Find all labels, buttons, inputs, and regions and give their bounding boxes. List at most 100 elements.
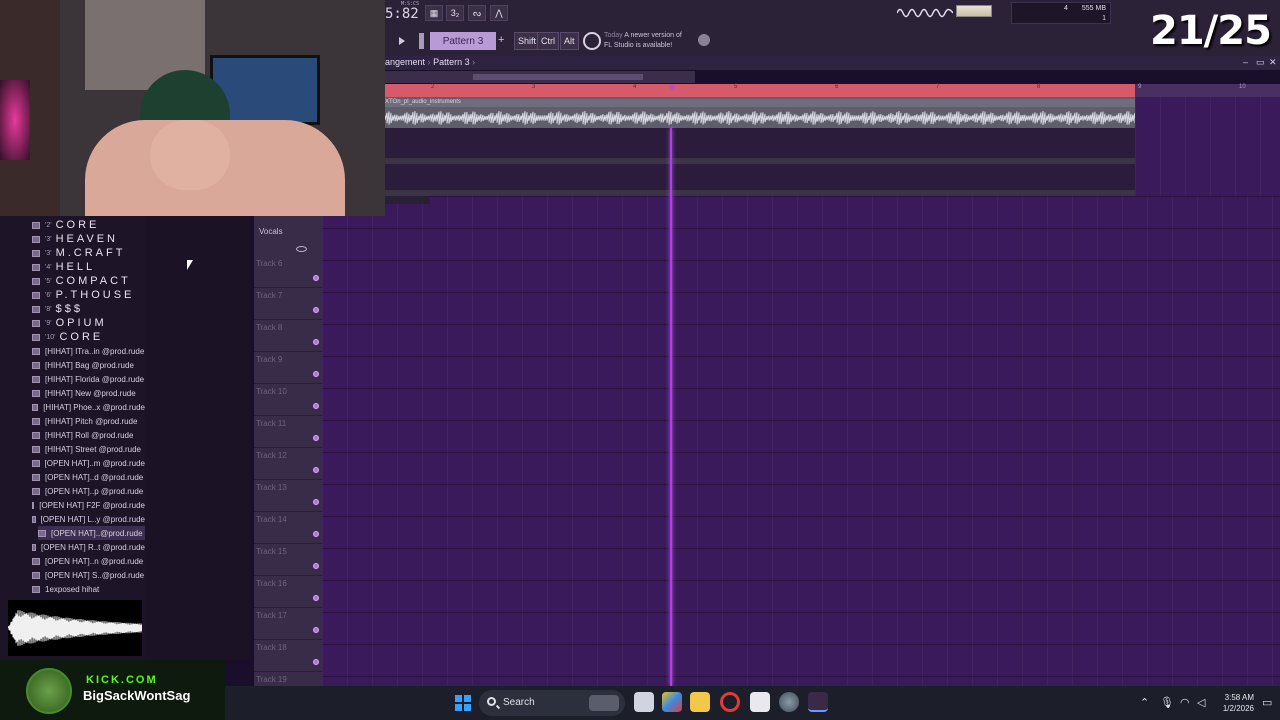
track-mute-icon[interactable]: [313, 563, 319, 569]
volume-icon[interactable]: ◁: [1197, 696, 1205, 709]
horizontal-scrollbar[interactable]: [385, 71, 695, 83]
browser-item[interactable]: [OPEN HAT] F2F @prod.rude: [32, 498, 145, 512]
browser-item[interactable]: '3' M.CRAFT: [32, 246, 145, 260]
task-view-icon[interactable]: [634, 692, 654, 712]
windows-start-icon[interactable]: [455, 695, 471, 711]
song-time[interactable]: M:S:CS 5:82: [385, 1, 419, 22]
kick-username: BigSackWontSag: [83, 688, 191, 703]
track-label: Track 7: [256, 291, 283, 300]
track-mute-icon[interactable]: [313, 499, 319, 505]
browser-item[interactable]: [HIHAT] ITra..in @prod.rude: [32, 344, 145, 358]
news-settings-icon[interactable]: [698, 34, 710, 46]
track-mute-icon[interactable]: [313, 275, 319, 281]
track-mute-icon[interactable]: [313, 339, 319, 345]
tray-overflow-icon[interactable]: ⌃: [1140, 696, 1149, 709]
timeline-ruler-end[interactable]: 9 10: [1135, 84, 1280, 97]
playlist-grid-top[interactable]: [1135, 97, 1280, 196]
browser-item[interactable]: '4' HELL: [32, 260, 145, 274]
system-clock[interactable]: 3:58 AM 1/2/2026: [1210, 692, 1254, 714]
track-mute-icon[interactable]: [313, 371, 319, 377]
track-header[interactable]: Track 13: [254, 480, 322, 512]
track-mute-icon[interactable]: [313, 307, 319, 313]
browser-item[interactable]: [OPEN HAT] S..@prod.rude: [32, 568, 145, 582]
breadcrumb-arrangement[interactable]: angement: [385, 57, 425, 67]
browser-item[interactable]: [OPEN HAT]..m @prod.rude: [32, 456, 145, 470]
browser-item[interactable]: [OPEN HAT] L..y @prod.rude: [32, 512, 145, 526]
breadcrumb-pattern[interactable]: Pattern 3: [433, 57, 470, 67]
browser-item[interactable]: [OPEN HAT]..p @prod.rude: [32, 484, 145, 498]
eye-icon[interactable]: [296, 246, 307, 252]
timeline-ruler[interactable]: 2 3 4 5 6 7 8: [385, 84, 1135, 97]
step-edit-icon[interactable]: 3₂: [446, 5, 464, 21]
track-header[interactable]: Track 7: [254, 288, 322, 320]
browser-item[interactable]: [HIHAT] Phoe..x @prod.rude: [32, 400, 145, 414]
track-mute-icon[interactable]: [313, 595, 319, 601]
track-header[interactable]: Track 15: [254, 544, 322, 576]
track-header[interactable]: Track 9: [254, 352, 322, 384]
track-header[interactable]: Track 11: [254, 416, 322, 448]
track-header[interactable]: Track 18: [254, 640, 322, 672]
browser-item[interactable]: 1exposed hihat: [32, 582, 145, 596]
browser-item[interactable]: [OPEN HAT]..d @prod.rude: [32, 470, 145, 484]
audio-clip[interactable]: XTOn_pl_audio_instruments: [385, 97, 1135, 128]
browser-item[interactable]: '6' P.THOUSE: [32, 288, 145, 302]
browser-item[interactable]: '9' OPIUM: [32, 316, 145, 330]
copilot-icon[interactable]: [662, 692, 682, 712]
track-mute-icon[interactable]: [313, 627, 319, 633]
minimize-icon[interactable]: –: [1243, 57, 1248, 67]
file-explorer-icon[interactable]: [690, 692, 710, 712]
track-header[interactable]: Track 6: [254, 256, 322, 288]
track-mute-icon[interactable]: [313, 403, 319, 409]
track-header[interactable]: Track 10: [254, 384, 322, 416]
browser-item[interactable]: [HIHAT] Roll @prod.rude: [32, 428, 145, 442]
pattern-selector[interactable]: Pattern 3: [430, 32, 496, 50]
microphone-icon[interactable]: 🎙: [1160, 696, 1174, 709]
master-volume-meter[interactable]: [956, 5, 992, 17]
play-icon[interactable]: [399, 37, 405, 45]
browser-item[interactable]: [HIHAT] Street @prod.rude: [32, 442, 145, 456]
track-mute-icon[interactable]: [313, 467, 319, 473]
news-panel[interactable]: Today A newer version of FL Studio is av…: [604, 31, 699, 51]
track-mute-icon[interactable]: [313, 435, 319, 441]
typing-keyboard-icon[interactable]: ▦: [425, 5, 443, 21]
track-vocals-label[interactable]: Vocals: [259, 227, 283, 236]
close-icon[interactable]: ✕: [1269, 57, 1277, 68]
playhead-marker-icon[interactable]: [668, 85, 676, 91]
browser-item[interactable]: [HIHAT] Bag @prod.rude: [32, 358, 145, 372]
obs-icon[interactable]: [779, 692, 799, 712]
track-mute-icon[interactable]: [313, 531, 319, 537]
recording-icon[interactable]: ᔓ: [468, 5, 486, 21]
wifi-icon[interactable]: ◠: [1180, 696, 1190, 709]
track-header[interactable]: Track 14: [254, 512, 322, 544]
fl-studio-icon[interactable]: [808, 692, 828, 712]
store-icon[interactable]: [750, 692, 770, 712]
notification-icon[interactable]: ▭: [1262, 696, 1272, 709]
track-header[interactable]: Track 12: [254, 448, 322, 480]
alt-key-button[interactable]: Alt: [560, 32, 579, 50]
track-mute-icon[interactable]: [313, 659, 319, 665]
news-globe-icon[interactable]: [583, 32, 601, 50]
playlist-grid[interactable]: [322, 196, 1280, 686]
browser-item[interactable]: '5' COMPACT: [32, 274, 145, 288]
browser-item[interactable]: [OPEN HAT]..n @prod.rude: [32, 554, 145, 568]
track-header[interactable]: Track 17: [254, 608, 322, 640]
browser-item[interactable]: [HIHAT] New @prod.rude: [32, 386, 145, 400]
ctrl-key-button[interactable]: Ctrl: [537, 32, 559, 50]
opera-icon[interactable]: [720, 692, 740, 712]
browser-item[interactable]: '3' HEAVEN: [32, 232, 145, 246]
pattern-picker-icon[interactable]: [419, 33, 429, 49]
browser-item[interactable]: '2' CORE: [32, 218, 145, 232]
scrollbar-thumb[interactable]: [473, 74, 643, 80]
taskbar-search[interactable]: Search: [479, 690, 625, 716]
add-pattern-button[interactable]: +: [498, 34, 504, 46]
track-header[interactable]: Track 16: [254, 576, 322, 608]
metronome-icon[interactable]: ⋀: [490, 5, 508, 21]
browser-item[interactable]: [OPEN HAT]..@prod.rude: [38, 526, 151, 540]
restore-icon[interactable]: ▭: [1256, 57, 1265, 68]
browser-item[interactable]: [HIHAT] Pitch @prod.rude: [32, 414, 145, 428]
track-header[interactable]: Track 8: [254, 320, 322, 352]
browser-item[interactable]: [OPEN HAT] R..t @prod.rude: [32, 540, 145, 554]
browser-item[interactable]: '8' $$$: [32, 302, 145, 316]
browser-item[interactable]: [HIHAT] Florida @prod.rude: [32, 372, 145, 386]
browser-item[interactable]: '10' CORE: [32, 330, 145, 344]
